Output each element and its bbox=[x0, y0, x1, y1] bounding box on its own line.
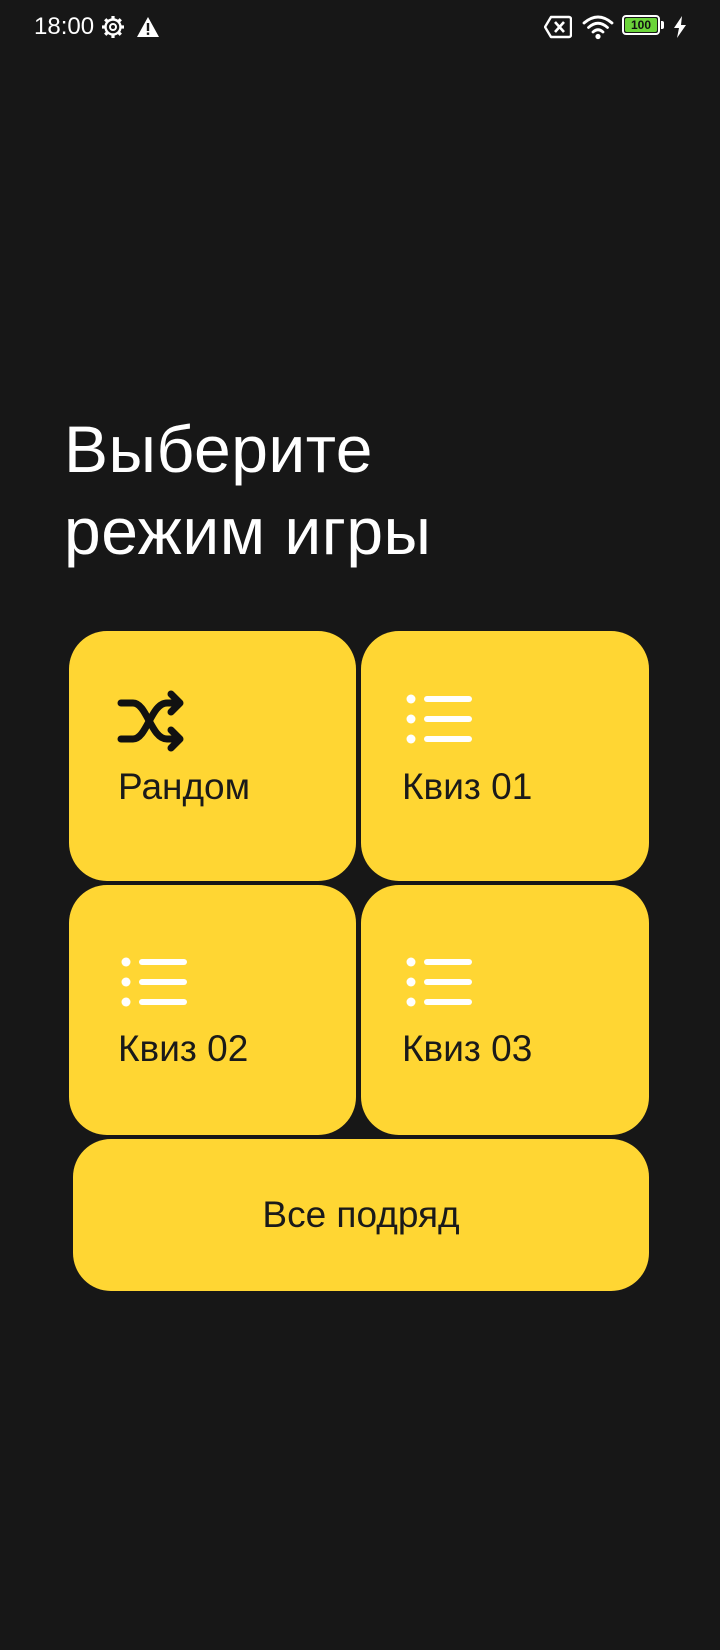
mode-quiz-02-button[interactable]: Квиз 02 bbox=[69, 885, 356, 1135]
page-title: Выберите режим игры bbox=[64, 408, 664, 572]
mode-quiz-02-label: Квиз 02 bbox=[118, 1028, 249, 1069]
battery-level-text: 100 bbox=[630, 18, 652, 32]
list-icon bbox=[121, 957, 187, 1007]
page-title-line-2: режим игры bbox=[64, 494, 432, 568]
settings-gear-icon bbox=[102, 16, 124, 38]
mode-quiz-01-label: Квиз 01 bbox=[402, 766, 533, 807]
mode-all-label: Все подряд bbox=[262, 1194, 460, 1235]
list-icon bbox=[406, 957, 472, 1007]
battery-icon: 100 bbox=[622, 15, 666, 37]
list-icon bbox=[406, 694, 472, 744]
wifi-icon bbox=[582, 15, 614, 40]
mode-random-button[interactable]: Рандом bbox=[69, 631, 356, 881]
warning-icon bbox=[137, 17, 159, 37]
mode-quiz-03-button[interactable]: Квиз 03 bbox=[361, 885, 649, 1135]
mode-quiz-01-button[interactable]: Квиз 01 bbox=[361, 631, 649, 881]
shuffle-icon bbox=[117, 690, 184, 752]
status-time: 18:00 bbox=[34, 13, 95, 40]
status-bar: 18:00 100 bbox=[0, 0, 720, 56]
mode-quiz-03-label: Квиз 03 bbox=[402, 1028, 533, 1069]
mode-random-label: Рандом bbox=[118, 766, 251, 807]
page-title-line-1: Выберите bbox=[64, 412, 373, 486]
mode-all-button[interactable]: Все подряд bbox=[73, 1139, 649, 1291]
charging-bolt-icon bbox=[674, 16, 686, 38]
no-sim-icon bbox=[544, 15, 572, 39]
